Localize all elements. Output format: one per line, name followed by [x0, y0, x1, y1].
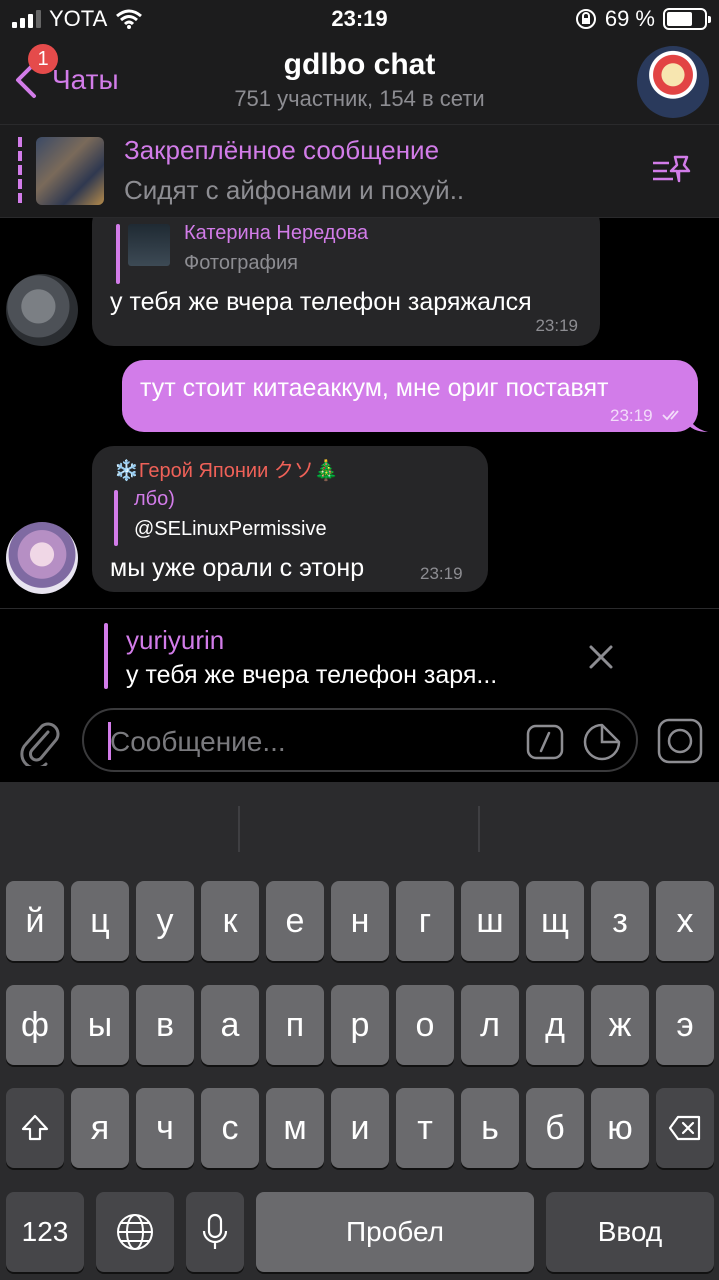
- quote-thumbnail: [128, 224, 170, 266]
- key[interactable]: д: [526, 985, 584, 1065]
- chat-subtitle: 751 участник, 154 в сети: [234, 86, 485, 111]
- key[interactable]: р: [331, 985, 389, 1065]
- key[interactable]: ь: [461, 1088, 519, 1168]
- reply-author: yuriyurin: [126, 625, 225, 655]
- message-time: 23:19: [610, 406, 653, 425]
- key[interactable]: н: [331, 881, 389, 961]
- key[interactable]: ч: [136, 1088, 194, 1168]
- quote-bar: [116, 224, 120, 284]
- close-icon[interactable]: [583, 639, 619, 675]
- battery-percent: 69 %: [604, 6, 655, 31]
- key[interactable]: в: [136, 985, 194, 1065]
- pin-list-icon[interactable]: [651, 153, 691, 189]
- key[interactable]: ж: [591, 985, 649, 1065]
- message-text: тут стоит китаеаккум, мне ориг поставят: [140, 374, 609, 402]
- message-text: у тебя же вчера телефон заряжался: [110, 288, 532, 316]
- quote-bar: [114, 490, 118, 546]
- key[interactable]: к: [201, 881, 259, 961]
- message-time: 23:19: [420, 564, 463, 583]
- reply-text: у тебя же вчера телефон заря...: [126, 661, 498, 689]
- status-bar: YOTA 23:19 69 %: [0, 0, 719, 40]
- key[interactable]: б: [526, 1088, 584, 1168]
- camera-icon[interactable]: [657, 718, 703, 764]
- shift-key[interactable]: [6, 1088, 64, 1168]
- key[interactable]: и: [331, 1088, 389, 1168]
- suggestion-divider: [238, 806, 240, 852]
- key[interactable]: ф: [6, 985, 64, 1065]
- key[interactable]: щ: [526, 881, 584, 961]
- quote-author: Катерина Нередова: [184, 222, 369, 244]
- key[interactable]: ю: [591, 1088, 649, 1168]
- pinned-message-bar[interactable]: Закреплённое сообщение Сидят с айфонами …: [0, 124, 719, 218]
- key[interactable]: у: [136, 881, 194, 961]
- quote-text: @SELinuxPermissive: [134, 518, 327, 540]
- quote-text: Фотография: [184, 252, 298, 274]
- check-double-icon: [662, 410, 679, 421]
- space-key[interactable]: Пробел: [256, 1192, 534, 1272]
- language-key[interactable]: [96, 1192, 174, 1272]
- battery-icon: [663, 8, 711, 30]
- chat-title-area[interactable]: gdlbo chat 751 участник, 154 в сети: [150, 48, 569, 112]
- key[interactable]: л: [461, 985, 519, 1065]
- unread-badge: 1: [28, 44, 58, 74]
- pinned-indicator: [18, 137, 22, 203]
- message-bubble-incoming[interactable]: ❄️Герой Японии クソ🎄 лбо) @SELinuxPermissi…: [92, 446, 488, 592]
- key[interactable]: е: [266, 881, 324, 961]
- quote-author: лбо): [134, 488, 175, 510]
- sticker-icon[interactable]: [582, 722, 622, 762]
- status-right: 69 %: [575, 6, 711, 32]
- back-label: Чаты: [52, 64, 119, 95]
- message-input-placeholder: Сообщение...: [110, 726, 286, 757]
- key[interactable]: й: [6, 881, 64, 961]
- message-text: мы уже орали с этонр: [110, 554, 365, 582]
- backspace-key[interactable]: [656, 1088, 714, 1168]
- pinned-title: Закреплённое сообщение: [124, 135, 440, 165]
- chat-avatar[interactable]: [637, 46, 709, 118]
- key[interactable]: я: [71, 1088, 129, 1168]
- key[interactable]: т: [396, 1088, 454, 1168]
- pinned-thumbnail: [36, 137, 104, 205]
- reply-bar: [104, 623, 108, 689]
- microphone-icon: [202, 1213, 228, 1249]
- key[interactable]: ы: [71, 985, 129, 1065]
- key[interactable]: з: [591, 881, 649, 961]
- key[interactable]: о: [396, 985, 454, 1065]
- suggestion-divider: [478, 806, 480, 852]
- battery-fill: [667, 12, 692, 26]
- message-input[interactable]: Сообщение...: [82, 708, 638, 772]
- backspace-icon: [668, 1115, 701, 1141]
- pinned-text: Сидят с айфонами и похуй..: [124, 175, 465, 205]
- chat-header: Чаты 1 gdlbo chat 751 участник, 154 в се…: [0, 40, 719, 124]
- dictation-key[interactable]: [186, 1192, 244, 1272]
- enter-key[interactable]: Ввод: [546, 1192, 714, 1272]
- keyboard: й ц у к е н г ш щ з х ф ы в а п р о л д …: [0, 782, 719, 1280]
- key[interactable]: э: [656, 985, 714, 1065]
- key[interactable]: м: [266, 1088, 324, 1168]
- paperclip-icon[interactable]: [18, 718, 62, 766]
- message-bubble-outgoing[interactable]: тут стоит китаеаккум, мне ориг поставят …: [122, 360, 698, 432]
- sender-name: ❄️Герой Японии クソ🎄: [114, 460, 339, 482]
- key[interactable]: п: [266, 985, 324, 1065]
- message-bubble-incoming[interactable]: Катерина Нередова Фотография у тебя же в…: [92, 218, 600, 346]
- message-list[interactable]: Катерина Нередова Фотография у тебя же в…: [0, 218, 719, 610]
- message-time: 23:19: [535, 316, 578, 335]
- bubble-tail: [686, 410, 708, 432]
- globe-icon: [117, 1214, 153, 1250]
- composer: Сообщение...: [0, 704, 719, 782]
- numbers-key[interactable]: 123: [6, 1192, 84, 1272]
- key[interactable]: г: [396, 881, 454, 961]
- key[interactable]: с: [201, 1088, 259, 1168]
- key[interactable]: ш: [461, 881, 519, 961]
- avatar[interactable]: [6, 522, 78, 594]
- avatar[interactable]: [6, 274, 78, 346]
- command-icon[interactable]: [526, 724, 564, 760]
- lock-rotation-icon: [575, 9, 596, 29]
- key[interactable]: х: [656, 881, 714, 961]
- key[interactable]: ц: [71, 881, 129, 961]
- shift-icon: [21, 1114, 49, 1141]
- reply-preview: yuriyurin у тебя же вчера телефон заря..…: [0, 608, 719, 704]
- key[interactable]: а: [201, 985, 259, 1065]
- chat-title: gdlbo chat: [283, 48, 436, 81]
